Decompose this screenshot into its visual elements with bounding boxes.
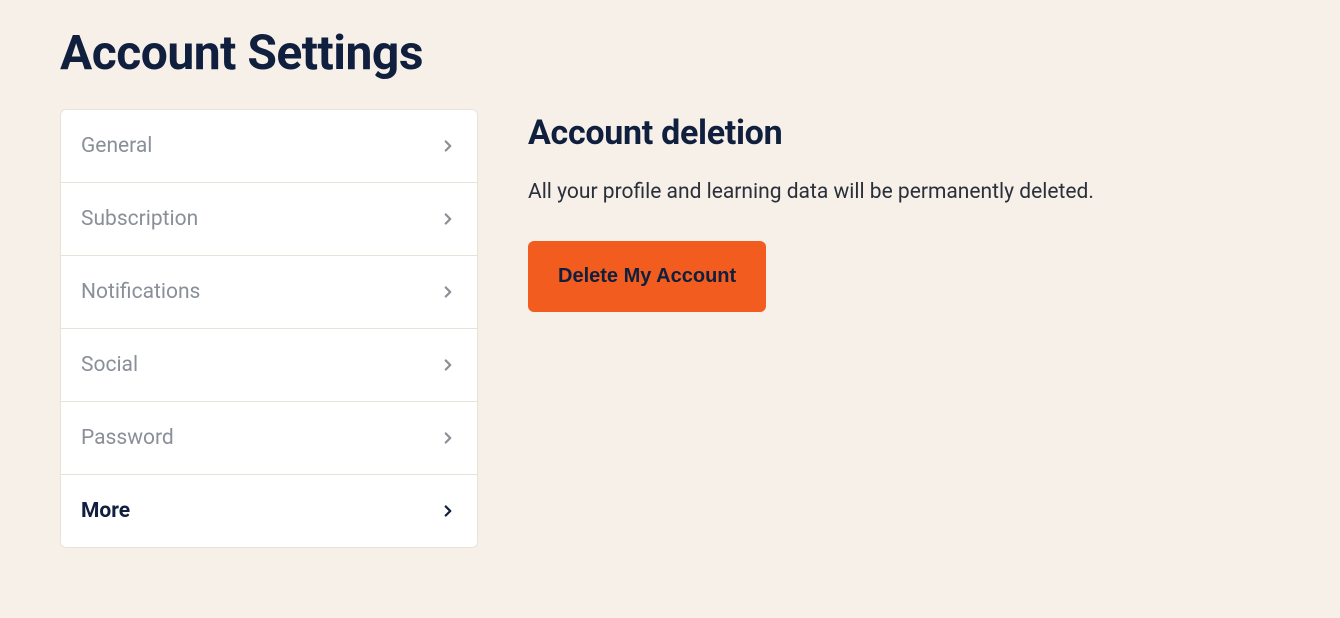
chevron-right-icon — [439, 356, 457, 374]
chevron-right-icon — [439, 502, 457, 520]
sidebar-item-label: Notifications — [81, 280, 200, 304]
sidebar-item-label: Subscription — [81, 207, 198, 231]
sidebar-item-subscription[interactable]: Subscription — [61, 183, 477, 256]
chevron-right-icon — [439, 429, 457, 447]
chevron-right-icon — [439, 137, 457, 155]
sidebar-item-general[interactable]: General — [61, 110, 477, 183]
sidebar-item-notifications[interactable]: Notifications — [61, 256, 477, 329]
sidebar-item-label: Password — [81, 426, 174, 450]
chevron-right-icon — [439, 210, 457, 228]
section-title: Account deletion — [528, 113, 1280, 153]
sidebar-item-password[interactable]: Password — [61, 402, 477, 475]
sidebar-item-label: General — [81, 134, 152, 158]
settings-sidebar: General Subscription Notifications Socia… — [60, 109, 478, 548]
delete-account-button[interactable]: Delete My Account — [528, 241, 766, 312]
main-content: Account deletion All your profile and le… — [528, 109, 1280, 548]
sidebar-item-label: More — [81, 499, 130, 523]
section-description: All your profile and learning data will … — [528, 177, 1280, 209]
sidebar-item-social[interactable]: Social — [61, 329, 477, 402]
chevron-right-icon — [439, 283, 457, 301]
page-title: Account Settings — [60, 24, 1280, 81]
layout: General Subscription Notifications Socia… — [60, 109, 1280, 548]
sidebar-item-label: Social — [81, 353, 138, 377]
sidebar-item-more[interactable]: More — [61, 475, 477, 547]
